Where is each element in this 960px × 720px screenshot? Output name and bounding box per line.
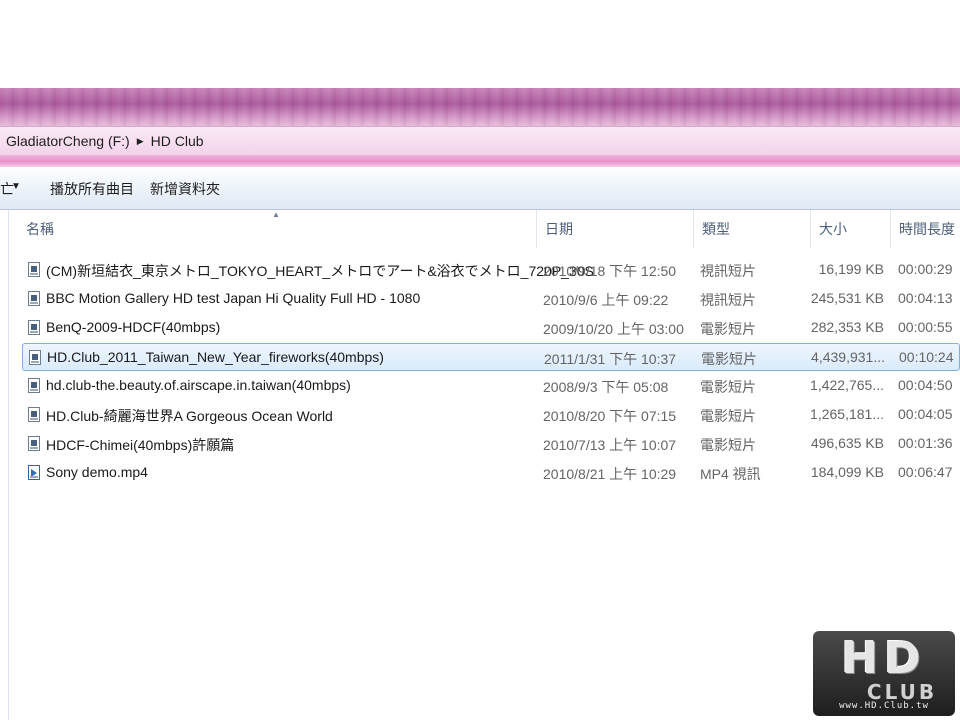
file-type: 電影短片 [700, 408, 756, 424]
column-header-length[interactable]: 時間長度 [891, 210, 960, 248]
file-name: (CM)新垣結衣_東京メトロ_TOKYO_HEART_メトロでアート&浴衣でメト… [46, 263, 594, 279]
file-size: 4,439,931... [811, 349, 885, 365]
file-date: 2008/9/3 下午 05:08 [543, 379, 669, 395]
file-size: 1,265,181... [810, 406, 884, 422]
file-size: 496,635 KB [810, 435, 884, 451]
file-row[interactable]: (CM)新垣結衣_東京メトロ_TOKYO_HEART_メトロでアート&浴衣でメト… [22, 256, 960, 284]
file-date: 2010/7/13 上午 10:07 [543, 437, 677, 453]
address-bar[interactable]: GladiatorCheng (F:) ▶ HD Club [0, 126, 960, 156]
video-file-icon [28, 436, 40, 451]
mp4-file-icon [28, 465, 40, 480]
logo-main-text: HD [841, 633, 927, 684]
hd-club-logo: HD CLUB www.HD.Club.tw [813, 631, 955, 716]
file-size: 184,099 KB [810, 464, 884, 480]
video-file-icon [28, 407, 40, 422]
file-type: 電影短片 [700, 437, 756, 453]
file-date: 2009/10/20 上午 03:00 [543, 321, 684, 337]
logo-url-text: www.HD.Club.tw [839, 701, 929, 711]
breadcrumb-folder[interactable]: HD Club [147, 133, 208, 149]
chevron-down-icon[interactable]: ▼ [11, 181, 21, 192]
file-name: HD.Club-綺麗海世界A Gorgeous Ocean World [46, 408, 333, 424]
file-length: 00:10:24 [899, 349, 954, 365]
column-header-date[interactable]: 日期 [537, 210, 694, 248]
file-date: 2010/8/20 下午 07:15 [543, 408, 677, 424]
file-date: 2011/1/31 下午 10:37 [544, 351, 677, 367]
file-length: 00:04:50 [898, 377, 953, 393]
column-header-name-label: 名稱 [26, 221, 54, 237]
address-bar-bottom-strip [0, 155, 960, 167]
command-toolbar: 亡 ▼ 播放所有曲目 新增資料夾 [0, 167, 960, 210]
video-file-icon [28, 378, 40, 393]
file-row-selected[interactable]: HD.Club_2011_Taiwan_New_Year_fireworks(4… [22, 343, 960, 371]
column-header-size-label: 大小 [819, 221, 847, 237]
file-type: 電影短片 [700, 321, 756, 337]
file-length: 00:00:29 [898, 261, 953, 277]
file-row[interactable]: BBC Motion Gallery HD test Japan Hi Qual… [22, 285, 960, 313]
file-name: BenQ-2009-HDCF(40mbps) [46, 319, 221, 335]
file-name: BBC Motion Gallery HD test Japan Hi Qual… [46, 290, 421, 306]
column-header-size[interactable]: 大小 [811, 210, 891, 248]
file-date: 2010/9/6 上午 09:22 [543, 292, 669, 308]
sort-ascending-icon: ▲ [272, 210, 280, 219]
play-all-button[interactable]: 播放所有曲目 [50, 179, 134, 199]
column-header-date-label: 日期 [545, 221, 573, 237]
file-row[interactable]: Sony demo.mp4 2010/8/21 上午 10:29 MP4 視訊 … [22, 459, 960, 487]
file-row[interactable]: hd.club-the.beauty.of.airscape.in.taiwan… [22, 372, 960, 400]
file-date: 2010/9/18 下午 12:50 [543, 263, 677, 279]
file-type: MP4 視訊 [700, 466, 761, 482]
window-titlebar [0, 88, 960, 128]
video-file-icon [28, 262, 40, 277]
file-type: 視訊短片 [700, 292, 756, 308]
file-size: 245,531 KB [810, 290, 884, 306]
column-header-type-label: 類型 [702, 221, 730, 237]
file-size: 1,422,765... [810, 377, 884, 393]
file-length: 00:04:05 [898, 406, 953, 422]
file-size: 282,353 KB [810, 319, 884, 335]
new-folder-button[interactable]: 新增資料夾 [150, 179, 220, 199]
column-header-type[interactable]: 類型 [694, 210, 811, 248]
file-name: Sony demo.mp4 [46, 464, 148, 480]
file-type: 電影短片 [700, 379, 756, 395]
file-type: 視訊短片 [700, 263, 756, 279]
file-row[interactable]: HDCF-Chimei(40mbps)許願篇 2010/7/13 上午 10:0… [22, 430, 960, 458]
column-header-length-label: 時間長度 [899, 221, 955, 237]
file-row[interactable]: HD.Club-綺麗海世界A Gorgeous Ocean World 2010… [22, 401, 960, 429]
file-length: 00:00:55 [898, 319, 953, 335]
file-size: 16,199 KB [818, 261, 884, 277]
file-length: 00:04:13 [898, 290, 953, 306]
breadcrumb-drive[interactable]: GladiatorCheng (F:) [0, 133, 134, 149]
video-file-icon [29, 350, 41, 365]
pane-divider [8, 210, 9, 720]
file-length: 00:06:47 [898, 464, 953, 480]
file-name: HD.Club_2011_Taiwan_New_Year_fireworks(4… [47, 349, 384, 365]
video-file-icon [28, 291, 40, 306]
file-row[interactable]: BenQ-2009-HDCF(40mbps) 2009/10/20 上午 03:… [22, 314, 960, 342]
file-name: HDCF-Chimei(40mbps)許願篇 [46, 437, 235, 453]
file-date: 2010/8/21 上午 10:29 [543, 466, 677, 482]
file-length: 00:01:36 [898, 435, 953, 451]
column-header: 名稱 ▲ 日期 類型 大小 時間長度 [0, 210, 960, 248]
video-file-icon [28, 320, 40, 335]
file-type: 電影短片 [701, 351, 757, 367]
file-name: hd.club-the.beauty.of.airscape.in.taiwan… [46, 377, 351, 393]
breadcrumb-separator-icon[interactable]: ▶ [134, 136, 147, 147]
